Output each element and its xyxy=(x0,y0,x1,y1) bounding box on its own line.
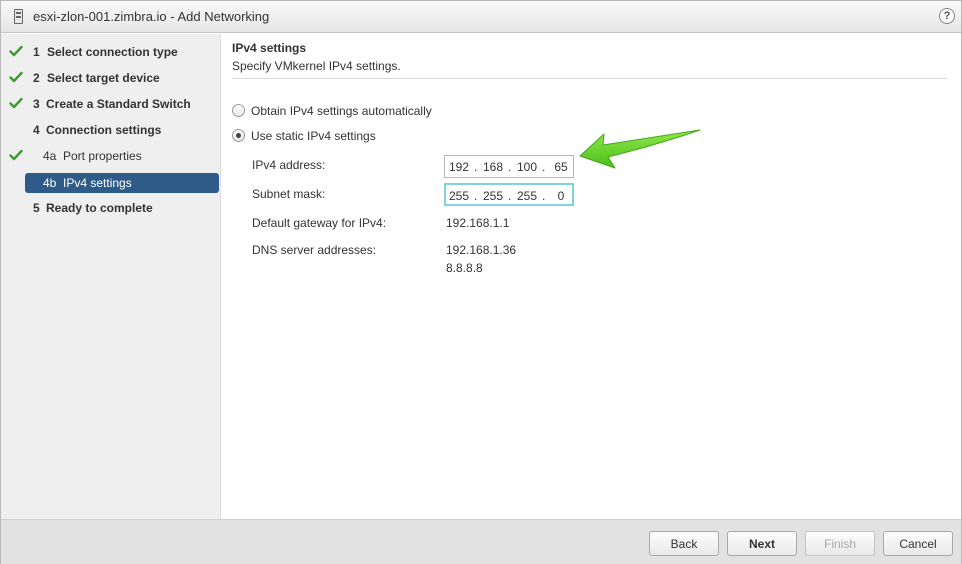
checkmark-icon xyxy=(9,44,23,58)
ipv4-octet-1[interactable] xyxy=(446,160,472,174)
radio-button-selected[interactable] xyxy=(232,129,245,142)
checkmark-icon xyxy=(9,96,23,110)
back-button[interactable]: Back xyxy=(649,531,719,556)
subnet-octet-3[interactable] xyxy=(514,189,540,203)
default-gateway-value: 192.168.1.1 xyxy=(446,216,510,230)
nav-step-label: Connection settings xyxy=(46,123,162,137)
page-subtitle: Specify VMkernel IPv4 settings. xyxy=(232,59,401,73)
nav-step-number: 5 xyxy=(33,201,40,215)
nav-step-label: Ready to complete xyxy=(46,201,153,215)
nav-step-number: 4a xyxy=(43,149,57,163)
nav-step-select-connection-type[interactable]: 1 Select connection type xyxy=(1,42,221,62)
radio-label: Use static IPv4 settings xyxy=(251,129,376,143)
nav-step-select-target-device[interactable]: 2 Select target device xyxy=(1,68,221,88)
divider xyxy=(232,78,947,79)
octet-separator: . xyxy=(508,189,512,203)
window-title: esxi-zlon-001.zimbra.io - Add Networking xyxy=(33,9,270,24)
octet-separator: . xyxy=(542,189,546,203)
green-arrow-icon xyxy=(579,129,701,169)
nav-step-ready-to-complete[interactable]: 5 Ready to complete xyxy=(1,198,221,218)
subnet-octet-1[interactable] xyxy=(446,189,472,203)
nav-step-number: 4 xyxy=(33,123,40,137)
nav-step-label: Select connection type xyxy=(47,45,178,59)
add-networking-dialog: esxi-zlon-001.zimbra.io - Add Networking… xyxy=(0,0,962,564)
dialog-footer: Back Next Finish Cancel xyxy=(1,519,961,564)
page-title: IPv4 settings xyxy=(232,41,307,55)
checkmark-icon xyxy=(9,70,23,84)
nav-step-label: Create a Standard Switch xyxy=(46,97,191,111)
ipv4-settings-panel: IPv4 settings Specify VMkernel IPv4 sett… xyxy=(222,34,961,519)
checkmark-icon xyxy=(9,148,23,162)
finish-button: Finish xyxy=(805,531,875,556)
nav-step-number: 4b xyxy=(43,176,57,190)
dns-servers-label: DNS server addresses: xyxy=(252,243,377,257)
nav-step-ipv4-settings[interactable]: 4b IPv4 settings xyxy=(25,173,219,193)
subnet-mask-label: Subnet mask: xyxy=(252,187,326,201)
dns-server-value: 192.168.1.36 xyxy=(446,243,517,257)
subnet-octet-4[interactable] xyxy=(548,189,574,203)
nav-step-port-properties[interactable]: 4a Port properties xyxy=(1,146,221,166)
next-button[interactable]: Next xyxy=(727,531,797,556)
nav-step-label: Port properties xyxy=(63,149,142,163)
nav-step-label: Select target device xyxy=(47,71,160,85)
octet-separator: . xyxy=(474,189,478,203)
help-icon[interactable]: ? xyxy=(939,8,955,24)
subnet-mask-input[interactable]: . . . xyxy=(444,183,574,206)
octet-separator: . xyxy=(474,160,478,174)
octet-separator: . xyxy=(542,160,546,174)
host-icon xyxy=(14,9,23,24)
nav-step-number: 3 xyxy=(33,97,40,111)
radio-label: Obtain IPv4 settings automatically xyxy=(251,104,432,118)
radio-button[interactable] xyxy=(232,104,245,117)
ipv4-address-label: IPv4 address: xyxy=(252,158,326,172)
nav-step-number: 2 xyxy=(33,71,40,85)
dns-server-value: 8.8.8.8 xyxy=(446,261,483,275)
title-bar: esxi-zlon-001.zimbra.io - Add Networking… xyxy=(1,1,961,33)
nav-step-number: 1 xyxy=(33,45,40,59)
ipv4-octet-3[interactable] xyxy=(514,160,540,174)
nav-step-create-standard-switch[interactable]: 3 Create a Standard Switch xyxy=(1,94,221,114)
octet-separator: . xyxy=(508,160,512,174)
ipv4-octet-2[interactable] xyxy=(480,160,506,174)
cancel-button[interactable]: Cancel xyxy=(883,531,953,556)
nav-step-connection-settings[interactable]: 4 Connection settings xyxy=(1,120,221,140)
ipv4-address-input[interactable]: . . . xyxy=(444,155,574,178)
nav-step-label: IPv4 settings xyxy=(63,176,132,190)
default-gateway-label: Default gateway for IPv4: xyxy=(252,216,387,230)
ipv4-octet-4[interactable] xyxy=(548,160,574,174)
wizard-steps-nav: 1 Select connection type 2 Select target… xyxy=(1,34,221,519)
subnet-octet-2[interactable] xyxy=(480,189,506,203)
